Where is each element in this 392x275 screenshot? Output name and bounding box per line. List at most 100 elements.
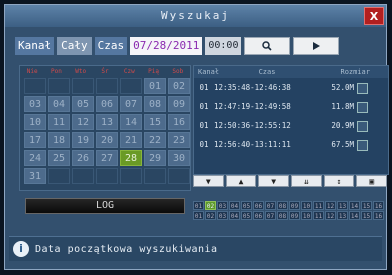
calendar-day-19[interactable]: 19	[72, 132, 94, 148]
list-item-size: 52.0M	[331, 83, 354, 92]
day-name: Śr	[101, 68, 109, 75]
day-name: Nie	[26, 68, 38, 75]
calendar-day-28[interactable]: 28	[120, 150, 142, 166]
calendar-day-11[interactable]: 11	[48, 114, 70, 130]
window-title: Wyszukaj	[5, 5, 386, 27]
calendar-day-16[interactable]: 16	[168, 114, 190, 130]
channel-toggle-11[interactable]: 11	[313, 211, 324, 220]
channel-toggle-02[interactable]: 02	[205, 211, 216, 220]
calendar-empty-cell	[96, 168, 118, 184]
calendar-day-20[interactable]: 20	[96, 132, 118, 148]
play-icon	[313, 42, 321, 50]
calendar-day-01[interactable]: 01	[144, 78, 166, 94]
list-item-time: 12:35:48-12:46:38	[214, 83, 291, 92]
log-button[interactable]: LOG	[25, 198, 185, 214]
calendar-day-25[interactable]: 25	[48, 150, 70, 166]
calendar-day-10[interactable]: 10	[24, 114, 46, 130]
list-item-ch: 01	[199, 140, 209, 149]
channel-toggle-13[interactable]: 13	[337, 211, 348, 220]
calendar-day-05[interactable]: 05	[72, 96, 94, 112]
channel-toggle-15[interactable]: 15	[361, 201, 372, 210]
channel-toggle-16[interactable]: 16	[373, 211, 384, 220]
channel-toggle-07[interactable]: 07	[265, 201, 276, 210]
channel-toggle-09[interactable]: 09	[289, 211, 300, 220]
list-item[interactable]: 01 12:47:19-12:49:58 11.8M	[194, 97, 388, 116]
status-text: Data początkowa wyszukiwania	[35, 243, 218, 255]
list-item-ch: 01	[199, 121, 209, 130]
close-button[interactable]: X	[364, 7, 384, 25]
list-item[interactable]: 01 12:50:36-12:55:12 20.9M	[194, 116, 388, 135]
calendar-day-23[interactable]: 23	[168, 132, 190, 148]
channel-toggle-04[interactable]: 04	[229, 201, 240, 210]
list-action-button[interactable]: ▼	[193, 175, 224, 187]
calendar-day-02[interactable]: 02	[168, 78, 190, 94]
time-field[interactable]: 00:00	[205, 37, 242, 55]
list-action-button[interactable]: ↕	[323, 175, 355, 187]
calendar-day-07[interactable]: 07	[120, 96, 142, 112]
channel-toggle-08[interactable]: 08	[277, 201, 288, 210]
calendar-day-26[interactable]: 26	[72, 150, 94, 166]
channel-toggle-04[interactable]: 04	[229, 211, 240, 220]
channel-toggle-10[interactable]: 10	[301, 201, 312, 210]
calendar-day-12[interactable]: 12	[72, 114, 94, 130]
list-item-checkbox[interactable]	[357, 102, 368, 113]
channel-toggle-01[interactable]: 01	[193, 211, 204, 220]
channel-toggle-12[interactable]: 12	[325, 211, 336, 220]
calendar-day-21[interactable]: 21	[120, 132, 142, 148]
calendar-day-09[interactable]: 09	[168, 96, 190, 112]
calendar-day-03[interactable]: 03	[24, 96, 46, 112]
calendar-day-15[interactable]: 15	[144, 114, 166, 130]
list-action-button[interactable]: ▲	[225, 175, 257, 187]
list-item-checkbox[interactable]	[357, 121, 368, 132]
play-button[interactable]	[293, 37, 340, 55]
list-action-button[interactable]: ⇊	[291, 175, 322, 187]
channel-toggle-06[interactable]: 06	[253, 211, 264, 220]
search-button[interactable]	[244, 37, 291, 55]
channel-toggle-13[interactable]: 13	[337, 201, 348, 210]
kanal-label: Kanał	[15, 37, 55, 55]
channel-toggle-05[interactable]: 05	[241, 201, 252, 210]
channel-toggle-14[interactable]: 14	[349, 211, 360, 220]
list-item-checkbox[interactable]	[357, 83, 368, 94]
channel-toggle-01[interactable]: 01	[193, 201, 204, 210]
calendar-day-04[interactable]: 04	[48, 96, 70, 112]
calendar-day-17[interactable]: 17	[24, 132, 46, 148]
date-field[interactable]: 07/28/2011	[130, 37, 203, 55]
recordings-list: Kanał Czas Rozmiar 01 12:35:48-12:46:38 52…	[193, 65, 389, 175]
channel-toggle-09[interactable]: 09	[289, 201, 300, 210]
list-item[interactable]: 01 12:35:48-12:46:38 52.0M	[194, 78, 388, 97]
day-name: Pon	[51, 68, 62, 75]
channel-toggle-08[interactable]: 08	[277, 211, 288, 220]
channel-toggle-14[interactable]: 14	[349, 201, 360, 210]
channel-toggle-03[interactable]: 03	[217, 211, 228, 220]
channel-toggle-10[interactable]: 10	[301, 211, 312, 220]
calendar-empty-cell	[144, 168, 166, 184]
calendar-day-24[interactable]: 24	[24, 150, 46, 166]
channel-toggle-07[interactable]: 07	[265, 211, 276, 220]
calendar-day-13[interactable]: 13	[96, 114, 118, 130]
channel-toggle-02[interactable]: 02	[205, 201, 216, 210]
calendar-day-18[interactable]: 18	[48, 132, 70, 148]
list-item-checkbox[interactable]	[357, 140, 368, 151]
list-action-button[interactable]: ▼	[258, 175, 290, 187]
calendar-day-29[interactable]: 29	[144, 150, 166, 166]
calendar-day-31[interactable]: 31	[24, 168, 46, 184]
list-action-button[interactable]: ▣	[356, 175, 388, 187]
calendar-empty-cell	[120, 78, 142, 94]
channel-toggle-16[interactable]: 16	[373, 201, 384, 210]
list-item[interactable]: 01 12:56:40-13:11:11 67.5M	[194, 135, 388, 154]
calendar-day-08[interactable]: 08	[144, 96, 166, 112]
channel-toggle-03[interactable]: 03	[217, 201, 228, 210]
kanal-select[interactable]: Cały	[57, 37, 92, 55]
list-item-ch: 01	[199, 83, 209, 92]
calendar-day-30[interactable]: 30	[168, 150, 190, 166]
channel-toggle-05[interactable]: 05	[241, 211, 252, 220]
calendar-day-22[interactable]: 22	[144, 132, 166, 148]
calendar-day-27[interactable]: 27	[96, 150, 118, 166]
channel-toggle-06[interactable]: 06	[253, 201, 264, 210]
channel-toggle-12[interactable]: 12	[325, 201, 336, 210]
calendar-day-06[interactable]: 06	[96, 96, 118, 112]
channel-toggle-15[interactable]: 15	[361, 211, 372, 220]
channel-toggle-11[interactable]: 11	[313, 201, 324, 210]
calendar-day-14[interactable]: 14	[120, 114, 142, 130]
